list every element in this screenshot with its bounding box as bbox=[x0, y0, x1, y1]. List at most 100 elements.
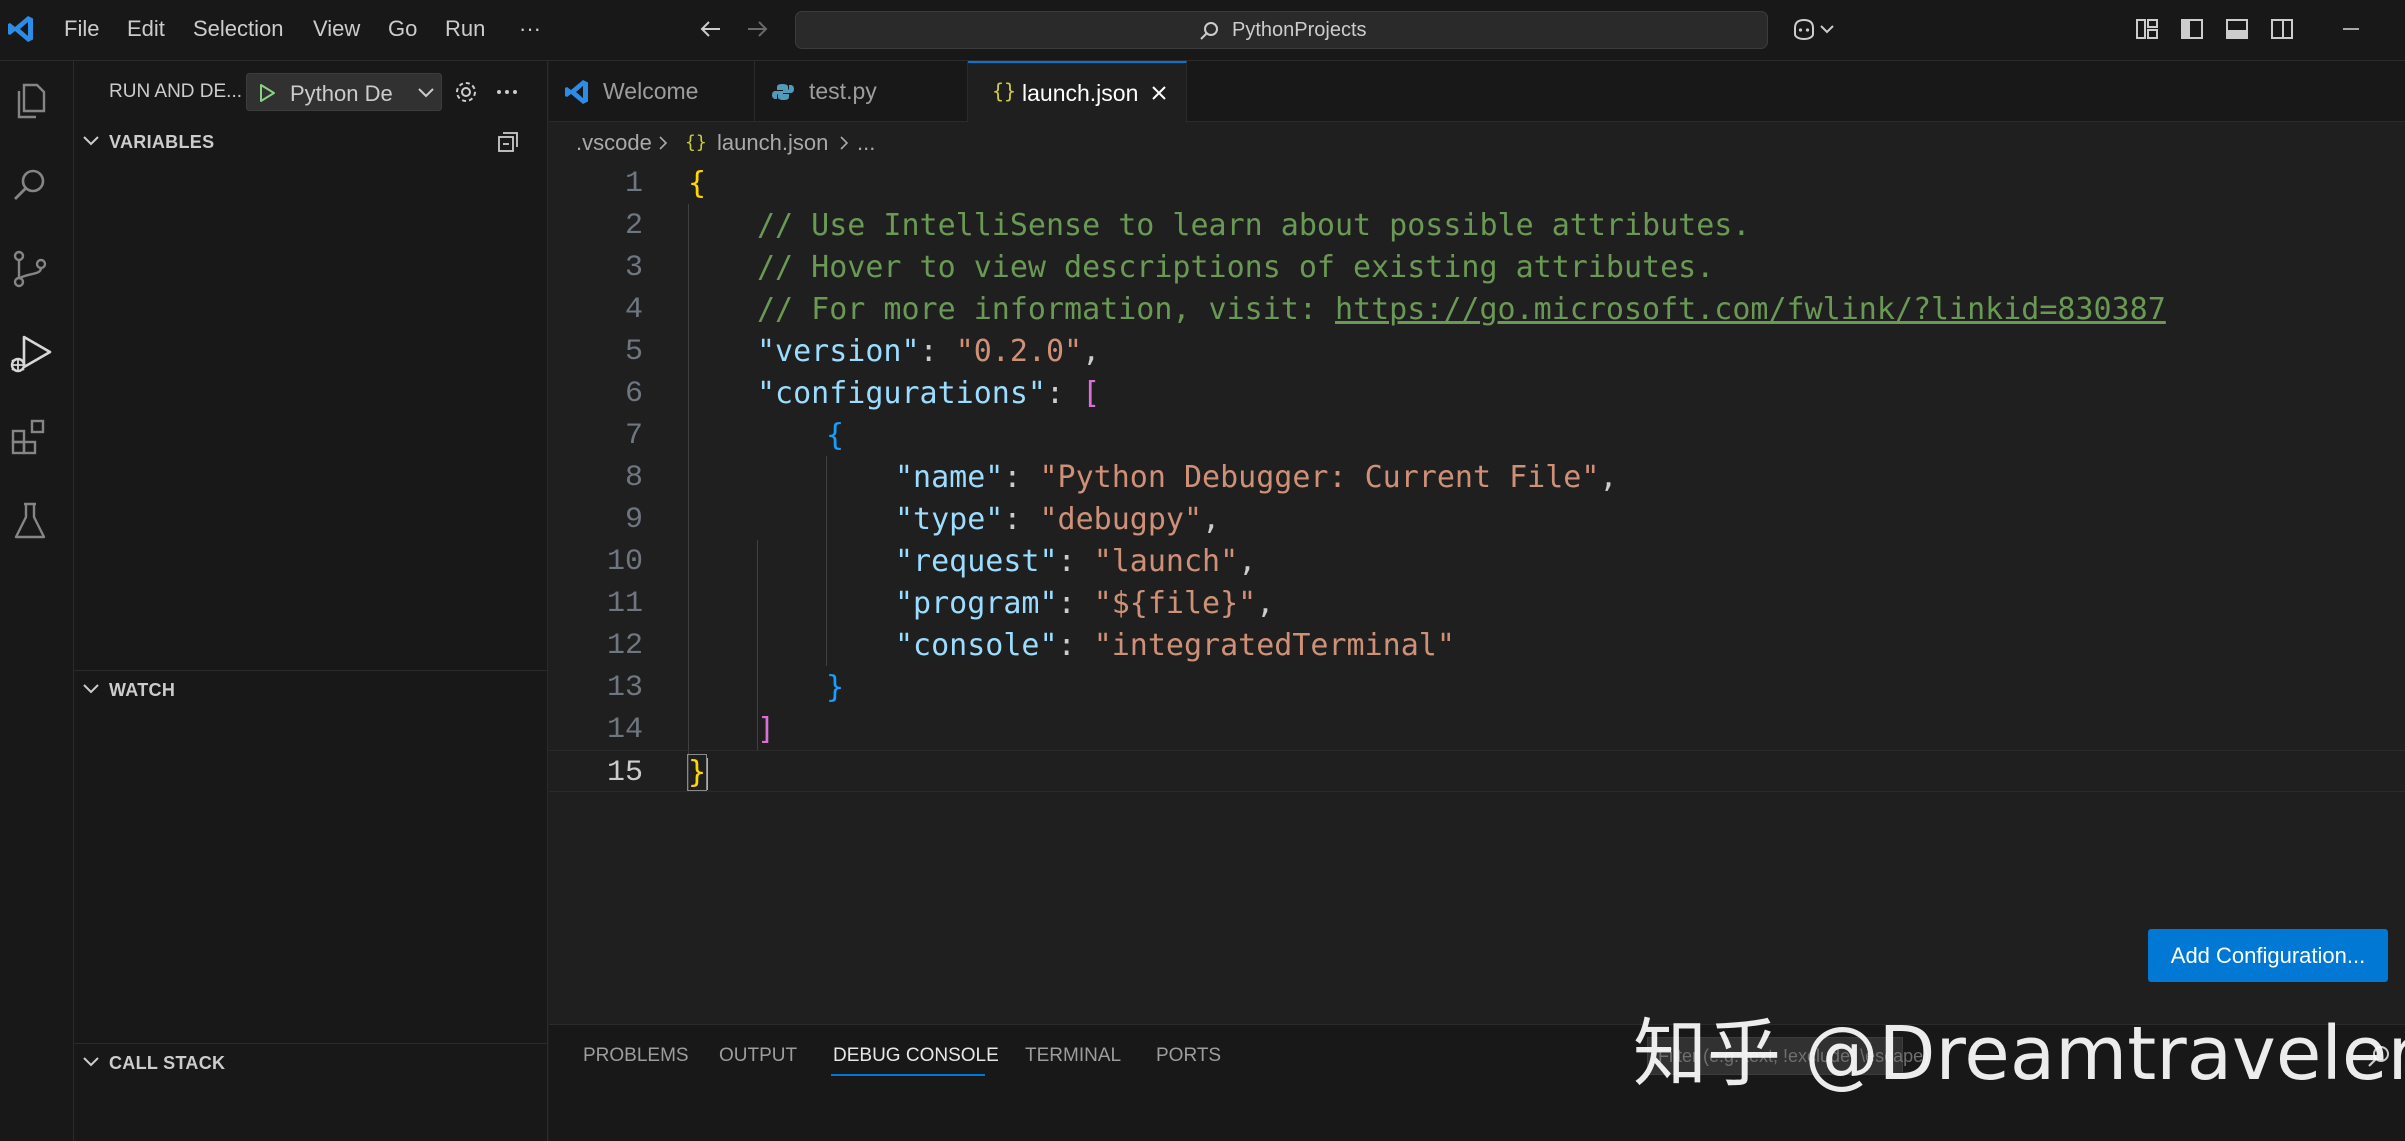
variables-section-label: VARIABLES bbox=[109, 132, 215, 152]
back-arrow-icon[interactable] bbox=[696, 14, 726, 44]
code-string: "0.2.0" bbox=[955, 334, 1083, 369]
panel-tab-ports[interactable]: PORTS bbox=[1156, 1045, 1221, 1067]
line-number: 7 bbox=[624, 419, 643, 453]
editor-tab-bar: Welcome test.py {} launch.json bbox=[549, 61, 2405, 123]
tab-launch-json[interactable]: {} launch.json bbox=[968, 61, 1187, 123]
minimize-icon[interactable] bbox=[2337, 15, 2365, 43]
code-line: 9 "type": "debugpy", bbox=[549, 498, 2405, 540]
code-line-current: 15 } bbox=[549, 750, 2405, 792]
copilot-chevron-down-icon[interactable] bbox=[1818, 15, 1836, 43]
line-number: 15 bbox=[606, 756, 643, 790]
toggle-secondary-sidebar-icon[interactable] bbox=[2268, 15, 2296, 43]
run-and-debug-sidebar: RUN AND DE... Python De VARIABLES WATCH … bbox=[74, 61, 548, 1141]
activity-bar bbox=[0, 61, 74, 1141]
title-bar: File Edit Selection View Go Run ··· Pyth… bbox=[0, 0, 2405, 61]
code-token: } bbox=[826, 670, 845, 705]
start-debugging-play-icon[interactable] bbox=[257, 82, 277, 104]
tab-label: launch.json bbox=[1022, 80, 1139, 106]
menu-go[interactable]: Go bbox=[388, 16, 417, 42]
customize-layout-icon[interactable] bbox=[2133, 15, 2161, 43]
code-string: "${file}" bbox=[1093, 586, 1257, 621]
variables-section-header[interactable]: VARIABLES bbox=[74, 122, 547, 162]
toggle-primary-sidebar-icon[interactable] bbox=[2178, 15, 2206, 43]
json-braces-icon: {} bbox=[685, 132, 707, 153]
chevron-down-icon bbox=[83, 684, 99, 694]
panel-tab-output[interactable]: OUTPUT bbox=[719, 1045, 797, 1067]
code-key: "type" bbox=[895, 502, 1004, 537]
code-line: 8 "name": "Python Debugger: Current File… bbox=[549, 456, 2405, 498]
line-number: 11 bbox=[606, 587, 643, 621]
code-key: "configurations" bbox=[757, 376, 1046, 411]
code-string: "integratedTerminal" bbox=[1093, 628, 1455, 663]
menu-run[interactable]: Run bbox=[445, 16, 485, 42]
sidebar-title: RUN AND DE... bbox=[109, 81, 243, 102]
explorer-icon[interactable] bbox=[8, 79, 52, 123]
code-comment: // Hover to view descriptions of existin… bbox=[757, 250, 1715, 285]
code-comment: // Use IntelliSense to learn about possi… bbox=[757, 208, 1751, 243]
tab-welcome[interactable]: Welcome bbox=[549, 61, 755, 122]
code-link[interactable]: https://go.microsoft.com/fwlink/?linkid=… bbox=[1335, 292, 2166, 327]
watch-section-label: WATCH bbox=[109, 680, 176, 700]
collapse-all-icon[interactable] bbox=[494, 128, 522, 156]
tab-test-py[interactable]: test.py bbox=[755, 61, 968, 122]
watch-section-header[interactable]: WATCH bbox=[74, 670, 547, 710]
source-control-icon[interactable] bbox=[8, 247, 52, 291]
breadcrumb-file[interactable]: launch.json bbox=[717, 130, 828, 156]
code-line: 6 "configurations": [ bbox=[549, 372, 2405, 414]
toggle-panel-icon[interactable] bbox=[2223, 15, 2251, 43]
code-line: 7 { bbox=[549, 414, 2405, 456]
breadcrumb-folder[interactable]: .vscode bbox=[576, 130, 652, 156]
code-line: 2 // Use IntelliSense to learn about pos… bbox=[549, 204, 2405, 246]
code-line: 14 ] bbox=[549, 708, 2405, 750]
line-number: 12 bbox=[606, 629, 643, 663]
menu-file[interactable]: File bbox=[64, 16, 99, 42]
close-icon[interactable] bbox=[1148, 82, 1170, 104]
line-number: 5 bbox=[624, 335, 643, 369]
chevron-down-icon bbox=[83, 136, 99, 146]
code-line: 12 "console": "integratedTerminal" bbox=[549, 624, 2405, 666]
python-icon bbox=[772, 84, 794, 100]
search-icon[interactable] bbox=[8, 163, 52, 207]
code-line: 3 // Hover to view descriptions of exist… bbox=[549, 246, 2405, 288]
vscode-logo-icon[interactable] bbox=[6, 14, 36, 44]
code-line: 5 "version": "0.2.0", bbox=[549, 330, 2405, 372]
more-actions-icon[interactable] bbox=[493, 78, 521, 106]
command-center-search[interactable]: PythonProjects bbox=[795, 11, 1768, 49]
extensions-icon[interactable] bbox=[8, 415, 52, 459]
testing-flask-icon[interactable] bbox=[8, 499, 52, 543]
active-tab-indicator bbox=[831, 1074, 985, 1076]
line-number: 3 bbox=[624, 251, 643, 285]
code-line: 13 } bbox=[549, 666, 2405, 708]
code-token: { bbox=[826, 418, 845, 453]
code-editor[interactable]: 1 { 2 // Use IntelliSense to learn about… bbox=[549, 162, 2405, 1024]
menu-more[interactable]: ··· bbox=[519, 16, 541, 42]
line-number: 10 bbox=[606, 545, 643, 579]
panel-tab-terminal[interactable]: TERMINAL bbox=[1025, 1045, 1121, 1067]
chevron-right-icon bbox=[659, 136, 668, 150]
panel-tab-debug-console[interactable]: DEBUG CONSOLE bbox=[833, 1045, 999, 1067]
gear-icon[interactable] bbox=[452, 78, 480, 106]
search-icon bbox=[1200, 22, 1218, 40]
forward-arrow-icon[interactable] bbox=[742, 14, 772, 44]
code-key: "console" bbox=[895, 628, 1058, 663]
code-key: "request" bbox=[895, 544, 1058, 579]
menu-selection[interactable]: Selection bbox=[193, 16, 284, 42]
menu-edit[interactable]: Edit bbox=[127, 16, 165, 42]
code-string: "Python Debugger: Current File" bbox=[1039, 460, 1600, 495]
line-number: 6 bbox=[624, 377, 643, 411]
call-stack-section-label: CALL STACK bbox=[109, 1053, 226, 1073]
command-center-label: PythonProjects bbox=[1232, 19, 1367, 41]
panel-tab-problems[interactable]: PROBLEMS bbox=[583, 1045, 689, 1067]
breadcrumb-symbol[interactable]: ... bbox=[857, 130, 875, 156]
code-key: "version" bbox=[757, 334, 920, 369]
copilot-icon[interactable] bbox=[1790, 15, 1818, 43]
code-string: "debugpy" bbox=[1039, 502, 1203, 537]
tab-label: test.py bbox=[809, 78, 877, 104]
line-number: 9 bbox=[624, 503, 643, 537]
call-stack-section-header[interactable]: CALL STACK bbox=[74, 1043, 547, 1083]
debug-configuration-select[interactable]: Python De bbox=[246, 73, 442, 111]
run-and-debug-icon[interactable] bbox=[8, 331, 52, 375]
debug-configuration-label: Python De bbox=[290, 81, 393, 106]
add-configuration-button[interactable]: Add Configuration... bbox=[2148, 929, 2388, 982]
menu-view[interactable]: View bbox=[313, 16, 360, 42]
